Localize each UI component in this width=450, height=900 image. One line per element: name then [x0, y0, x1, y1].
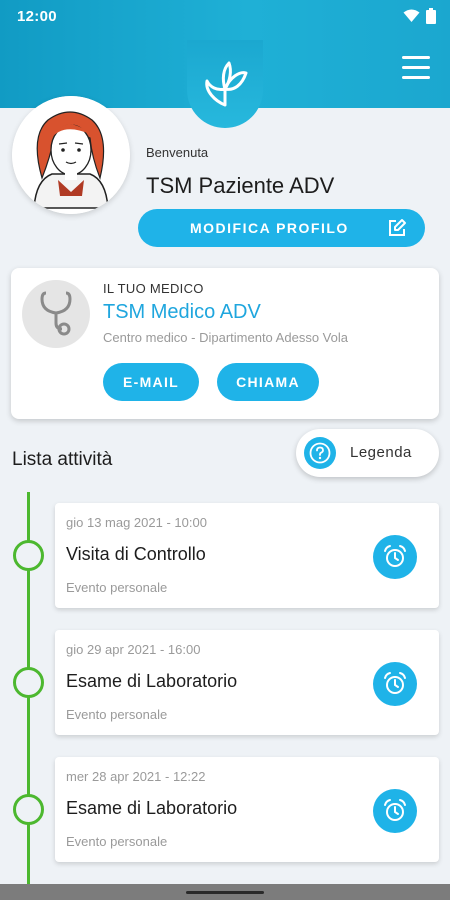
alarm-icon[interactable]: [373, 662, 417, 706]
activity-card[interactable]: gio 13 mag 2021 - 10:00 Visita di Contro…: [55, 503, 439, 608]
menu-line: [402, 66, 430, 69]
wifi-icon: [403, 9, 420, 22]
activity-type: Evento personale: [66, 580, 168, 595]
greeting-text: Benvenuta: [146, 145, 209, 160]
app-logo: [187, 40, 263, 128]
activity-type: Evento personale: [66, 834, 168, 849]
avatar: [12, 96, 130, 214]
activity-date: mer 28 apr 2021 - 12:22: [66, 769, 206, 784]
edit-icon: [389, 219, 406, 236]
home-gesture-handle[interactable]: [186, 891, 264, 894]
doctor-label: IL TUO MEDICO: [103, 281, 204, 296]
legend-label: Legenda: [350, 444, 412, 461]
email-button[interactable]: E-MAIL: [103, 363, 199, 401]
battery-icon: [426, 8, 436, 24]
activity-title: Esame di Laboratorio: [66, 671, 238, 691]
doctor-name: TSM Medico ADV: [103, 301, 261, 323]
avatar-illustration: [12, 96, 130, 214]
system-nav-bar: [0, 884, 450, 900]
alarm-icon[interactable]: [373, 789, 417, 833]
help-icon: [304, 437, 336, 469]
patient-name: TSM Paziente ADV: [146, 173, 335, 198]
activity-title: Visita di Controllo: [66, 544, 206, 564]
activity-type: Evento personale: [66, 707, 168, 722]
edit-profile-label: MODIFICA PROFILO: [190, 220, 349, 236]
status-bar: 12:00: [0, 0, 450, 32]
status-icons: [403, 8, 436, 24]
timeline-node: [13, 540, 44, 571]
activity-card[interactable]: gio 29 apr 2021 - 16:00 Esame di Laborat…: [55, 630, 439, 735]
legend-button[interactable]: Legenda: [296, 429, 439, 477]
activity-card[interactable]: mer 28 apr 2021 - 12:22 Esame di Laborat…: [55, 757, 439, 862]
alarm-icon[interactable]: [373, 535, 417, 579]
timeline-node: [13, 667, 44, 698]
menu-line: [402, 56, 430, 59]
activity-title: Esame di Laboratorio: [66, 798, 238, 818]
butterfly-logo-icon: [205, 61, 248, 107]
activities-title: Lista attività: [12, 449, 113, 470]
menu-line: [402, 76, 430, 79]
activity-date: gio 29 apr 2021 - 16:00: [66, 642, 201, 657]
stethoscope-icon: [22, 280, 90, 348]
call-button[interactable]: CHIAMA: [217, 363, 319, 401]
doctor-card: IL TUO MEDICO TSM Medico ADV Centro medi…: [11, 268, 439, 419]
activity-date: gio 13 mag 2021 - 10:00: [66, 515, 207, 530]
edit-profile-button[interactable]: MODIFICA PROFILO: [138, 209, 425, 247]
menu-button[interactable]: [402, 56, 430, 82]
doctor-department: Centro medico - Dipartimento Adesso Vola: [103, 330, 348, 345]
timeline-node: [13, 794, 44, 825]
status-time: 12:00: [17, 8, 57, 25]
